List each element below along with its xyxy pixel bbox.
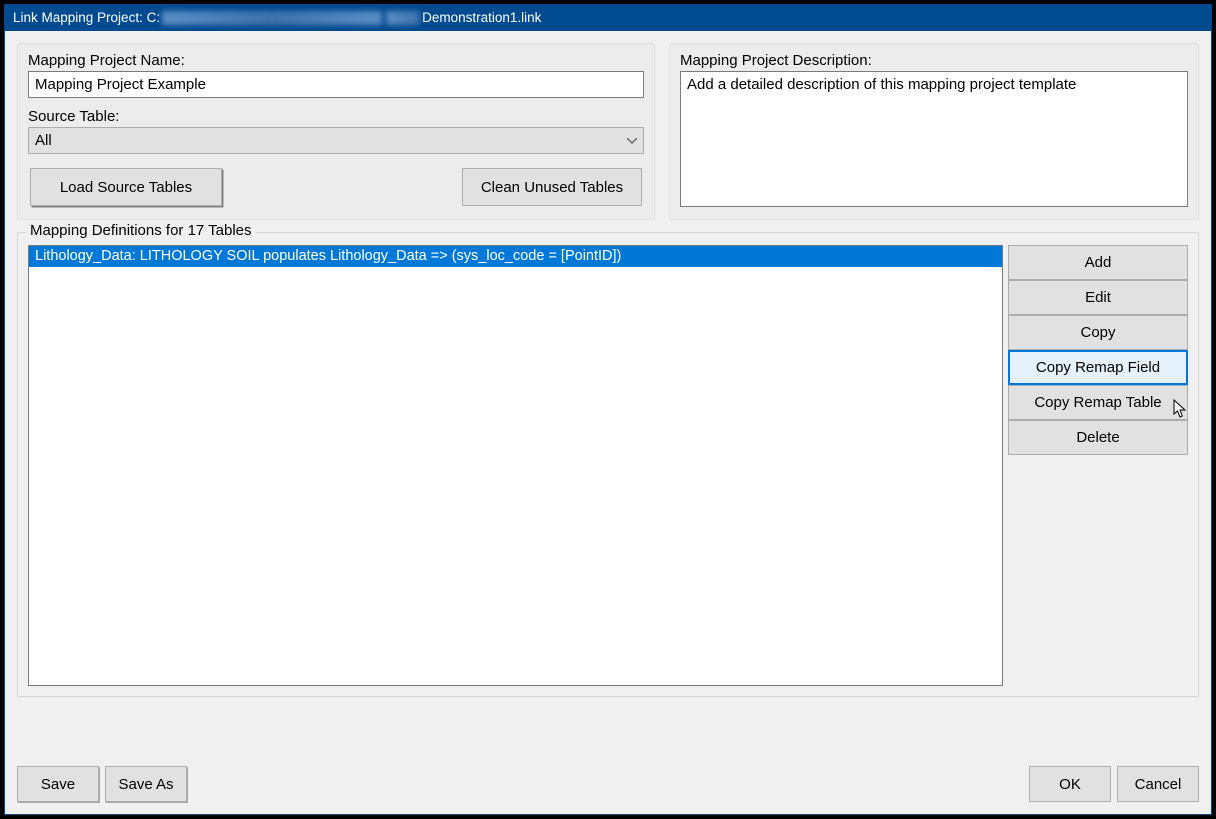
definitions-fieldset: Mapping Definitions for 17 Tables Lithol…	[17, 232, 1199, 697]
definitions-button-column: Add Edit Copy Copy Remap Field Copy Rema…	[1008, 245, 1188, 686]
ok-button[interactable]: OK	[1029, 766, 1111, 802]
source-table-label: Source Table:	[28, 108, 644, 125]
copy-button[interactable]: Copy	[1008, 315, 1188, 350]
titlebar-redacted-path	[162, 11, 382, 25]
mapping-desc-label: Mapping Project Description:	[680, 52, 1188, 69]
mapping-name-label: Mapping Project Name:	[28, 52, 644, 69]
load-source-tables-button[interactable]: Load Source Tables	[30, 168, 222, 206]
definitions-legend: Mapping Definitions for 17 Tables	[26, 222, 256, 239]
top-row: Mapping Project Name: Source Table: All …	[17, 43, 1199, 220]
left-panel: Mapping Project Name: Source Table: All …	[17, 43, 655, 220]
right-panel: Mapping Project Description:	[669, 43, 1199, 220]
titlebar: Link Mapping Project: C: Demonstration1.l…	[5, 5, 1211, 31]
mapping-name-input[interactable]	[28, 71, 644, 98]
titlebar-prefix: Link Mapping Project: C:	[13, 10, 160, 25]
client-area: Mapping Project Name: Source Table: All …	[5, 31, 1211, 814]
copy-remap-table-button[interactable]: Copy Remap Table	[1008, 385, 1188, 420]
clean-unused-tables-button[interactable]: Clean Unused Tables	[462, 168, 642, 206]
titlebar-redacted-path-2	[386, 11, 420, 25]
save-button[interactable]: Save	[17, 766, 99, 802]
edit-button[interactable]: Edit	[1008, 280, 1188, 315]
save-as-button[interactable]: Save As	[105, 766, 187, 802]
source-table-select[interactable]: All	[28, 127, 644, 154]
definitions-listbox[interactable]: Lithology_Data: LITHOLOGY SOIL populates…	[28, 245, 1003, 686]
titlebar-suffix: Demonstration1.link	[422, 10, 541, 25]
bottom-bar: Save Save As OK Cancel	[17, 766, 1199, 802]
source-table-selected-value: All	[35, 132, 52, 149]
list-item[interactable]: Lithology_Data: LITHOLOGY SOIL populates…	[29, 246, 1002, 267]
mapping-desc-textarea[interactable]	[680, 71, 1188, 207]
chevron-down-icon	[627, 138, 637, 144]
bottom-left-group: Save Save As	[17, 766, 187, 802]
cancel-button[interactable]: Cancel	[1117, 766, 1199, 802]
add-button[interactable]: Add	[1008, 245, 1188, 280]
left-panel-button-row: Load Source Tables Clean Unused Tables	[28, 168, 644, 206]
copy-remap-field-button[interactable]: Copy Remap Field	[1008, 350, 1188, 385]
bottom-right-group: OK Cancel	[1029, 766, 1199, 802]
window-frame: Link Mapping Project: C: Demonstration1.l…	[4, 4, 1212, 815]
delete-button[interactable]: Delete	[1008, 420, 1188, 455]
definitions-wrap: Lithology_Data: LITHOLOGY SOIL populates…	[28, 245, 1188, 686]
